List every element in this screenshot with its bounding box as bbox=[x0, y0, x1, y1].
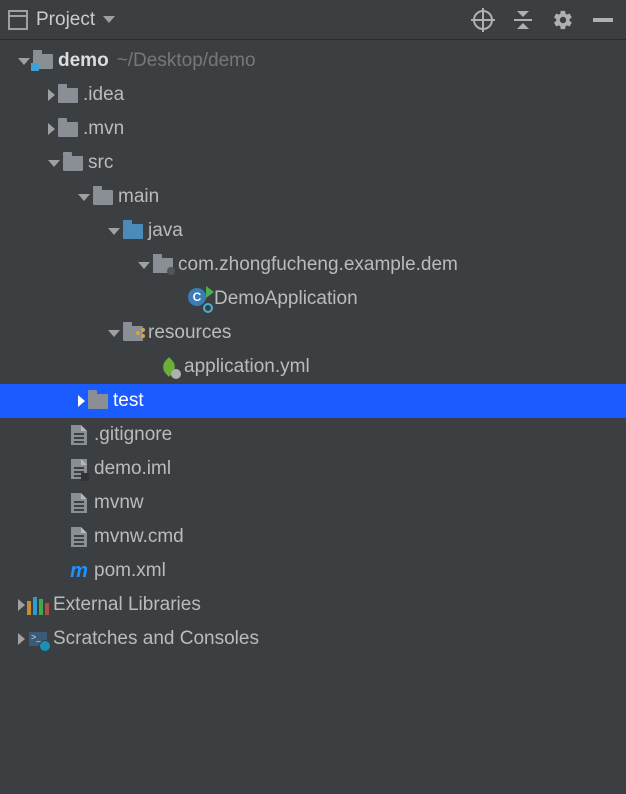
collapse-arrow-icon[interactable] bbox=[78, 395, 85, 407]
file-icon bbox=[71, 493, 87, 513]
view-mode-dropdown-icon[interactable] bbox=[103, 16, 115, 23]
file-icon bbox=[71, 425, 87, 445]
expand-arrow-icon[interactable] bbox=[18, 58, 30, 65]
tree-item-mvnw-cmd[interactable]: mvnw.cmd bbox=[0, 520, 626, 554]
collapse-arrow-icon[interactable] bbox=[18, 599, 25, 611]
tree-item-application-yml[interactable]: application.yml bbox=[0, 350, 626, 384]
runnable-class-icon: C bbox=[188, 288, 210, 310]
collapse-arrow-icon[interactable] bbox=[48, 89, 55, 101]
folder-icon bbox=[88, 394, 108, 409]
tree-item-demo-application[interactable]: C DemoApplication bbox=[0, 282, 626, 316]
expand-arrow-icon[interactable] bbox=[108, 330, 120, 337]
tool-window-icon bbox=[8, 10, 28, 30]
folder-icon bbox=[58, 88, 78, 103]
tree-item-main[interactable]: main bbox=[0, 180, 626, 214]
scratches-icon bbox=[27, 628, 49, 650]
tree-item-mvnw[interactable]: mvnw bbox=[0, 486, 626, 520]
libraries-icon bbox=[27, 595, 49, 615]
expand-arrow-icon[interactable] bbox=[48, 160, 60, 167]
folder-icon bbox=[58, 122, 78, 137]
tree-item-package[interactable]: com.zhongfucheng.example.dem bbox=[0, 248, 626, 282]
expand-arrow-icon[interactable] bbox=[138, 262, 150, 269]
maven-icon: m bbox=[68, 560, 90, 582]
expand-arrow-icon[interactable] bbox=[78, 194, 90, 201]
tree-item-java[interactable]: java bbox=[0, 214, 626, 248]
tree-item-external-libraries[interactable]: External Libraries bbox=[0, 588, 626, 622]
root-name: demo bbox=[58, 50, 109, 71]
resources-folder-icon bbox=[123, 326, 143, 341]
tree-item-pom[interactable]: m pom.xml bbox=[0, 554, 626, 588]
hide-icon[interactable] bbox=[592, 9, 614, 31]
tree-item-root[interactable]: demo ~/Desktop/demo bbox=[0, 44, 626, 78]
project-tree: demo ~/Desktop/demo .idea .mvn src main … bbox=[0, 40, 626, 656]
expand-arrow-icon[interactable] bbox=[108, 228, 120, 235]
tree-item-scratches[interactable]: Scratches and Consoles bbox=[0, 622, 626, 656]
folder-icon bbox=[63, 156, 83, 171]
package-icon bbox=[153, 258, 173, 273]
tree-item-mvn[interactable]: .mvn bbox=[0, 112, 626, 146]
collapse-arrow-icon[interactable] bbox=[18, 633, 25, 645]
tree-item-resources[interactable]: resources bbox=[0, 316, 626, 350]
tree-item-demo-iml[interactable]: demo.iml bbox=[0, 452, 626, 486]
settings-icon[interactable] bbox=[552, 9, 574, 31]
tree-item-src[interactable]: src bbox=[0, 146, 626, 180]
collapse-all-icon[interactable] bbox=[512, 9, 534, 31]
root-path: ~/Desktop/demo bbox=[109, 50, 256, 72]
iml-file-icon bbox=[71, 459, 87, 479]
folder-icon bbox=[93, 190, 113, 205]
module-folder-icon bbox=[33, 54, 53, 69]
file-icon bbox=[71, 527, 87, 547]
locate-icon[interactable] bbox=[472, 9, 494, 31]
collapse-arrow-icon[interactable] bbox=[48, 123, 55, 135]
tool-window-title[interactable]: Project bbox=[36, 9, 95, 31]
source-folder-icon bbox=[123, 224, 143, 239]
tree-item-test[interactable]: test bbox=[0, 384, 626, 418]
tree-item-idea[interactable]: .idea bbox=[0, 78, 626, 112]
spring-config-icon bbox=[158, 356, 180, 378]
tree-item-gitignore[interactable]: .gitignore bbox=[0, 418, 626, 452]
project-toolbar: Project bbox=[0, 0, 626, 40]
